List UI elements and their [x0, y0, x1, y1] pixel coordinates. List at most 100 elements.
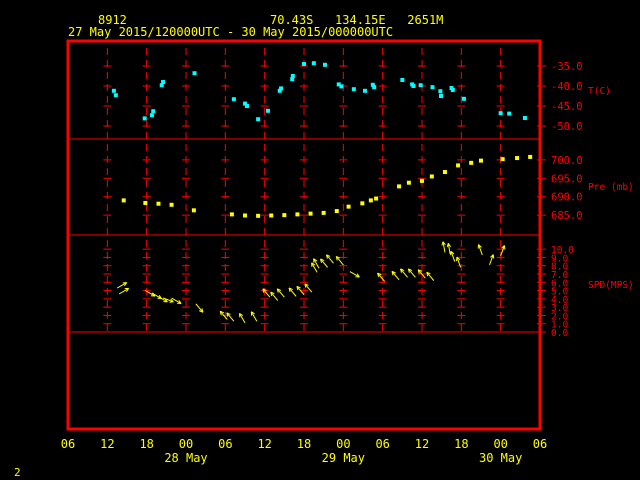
- wind-arrow: [118, 287, 130, 295]
- wind-arrow: [276, 288, 285, 298]
- pressure-point: [479, 158, 483, 163]
- pressure-point: [442, 170, 447, 175]
- wind-arrow: [239, 312, 246, 324]
- pressure-point: [169, 202, 174, 207]
- pressure-point: [121, 198, 126, 203]
- wind-arrow: [320, 258, 328, 268]
- temperature-point: [400, 78, 405, 82]
- wind-arrow: [446, 242, 452, 255]
- x-tick-label: 12: [257, 437, 271, 451]
- temperature-point: [522, 116, 527, 120]
- pressure-point: [528, 154, 533, 159]
- temperature-point: [461, 96, 466, 101]
- x-tick-label: 06: [533, 437, 547, 451]
- wind-arrow: [500, 245, 506, 256]
- hour-grid: [103, 48, 505, 333]
- temperature-point: [161, 80, 166, 84]
- temperature-point: [498, 111, 503, 116]
- wind-arrow: [195, 303, 204, 313]
- data-marks: [111, 61, 533, 324]
- temperature-point: [322, 62, 327, 67]
- pressure-point: [456, 163, 461, 168]
- pressure-point: [334, 209, 339, 214]
- wind-arrow: [477, 244, 483, 256]
- temperature-point: [142, 116, 147, 121]
- x-tick-label: 18: [139, 437, 153, 451]
- temperature-point: [411, 84, 416, 88]
- y-tick-label: 690.0: [551, 192, 583, 204]
- temperature-point: [311, 61, 316, 66]
- wind-arrow: [400, 268, 408, 278]
- wind-arrow: [262, 288, 271, 298]
- x-tick-label: 00: [179, 437, 193, 451]
- x-tick-label: 12: [100, 437, 114, 451]
- wind-arrow: [325, 254, 334, 264]
- pressure-point: [406, 180, 411, 185]
- pressure-point: [156, 201, 161, 206]
- temperature-point: [151, 109, 156, 114]
- pressure-point: [229, 212, 234, 217]
- temperature-point: [231, 97, 236, 102]
- time-period: 27 May 2015/120000UTC - 30 May 2015/0000…: [68, 25, 394, 39]
- y-tick-label: -50.0: [551, 121, 583, 133]
- y-tick-label: 695.0: [551, 173, 583, 185]
- panel-label: T(C): [588, 86, 611, 97]
- page-number: 2: [14, 466, 21, 479]
- x-tick-label: 12: [415, 437, 429, 451]
- pressure-point: [269, 213, 274, 218]
- y-tick-label: -45.0: [551, 101, 583, 113]
- panel-label: SPD(MPS): [588, 280, 634, 291]
- temperature-point: [149, 113, 154, 118]
- y-tick-label: 700.0: [551, 155, 583, 167]
- x-tick-label: 06: [61, 437, 75, 451]
- x-date-label: 29 May: [322, 451, 365, 465]
- wind-arrow: [288, 287, 297, 297]
- pressure-point: [346, 204, 351, 209]
- pressure-point: [360, 201, 365, 206]
- temperature-point: [450, 88, 455, 92]
- pressure-point: [282, 213, 287, 218]
- temperature-point: [439, 94, 444, 98]
- pressure-point: [500, 157, 505, 162]
- x-tick-label: 06: [218, 437, 232, 451]
- x-tick-label: 18: [454, 437, 468, 451]
- pressure-point: [143, 200, 148, 205]
- pressure-point: [374, 196, 379, 201]
- temperature-point: [372, 85, 377, 90]
- pressure-point: [429, 174, 434, 179]
- pressure-point: [420, 178, 424, 183]
- temperature-point: [256, 117, 261, 122]
- temperature-point: [290, 74, 295, 78]
- wind-arrow: [489, 254, 495, 266]
- temperature-point: [362, 88, 367, 93]
- x-tick-label: 00: [493, 437, 507, 451]
- temperature-point: [507, 111, 512, 116]
- x-tick-label: 18: [297, 437, 311, 451]
- pressure-point: [515, 156, 520, 161]
- y-tick-label: -40.0: [551, 81, 583, 93]
- x-date-label: 28 May: [164, 451, 207, 465]
- pressure-point: [295, 212, 300, 217]
- x-tick-label: 06: [375, 437, 389, 451]
- temperature-point: [244, 104, 249, 108]
- temperature-point: [339, 84, 344, 89]
- y-tick-label: 685.0: [551, 210, 583, 222]
- pressure-point: [308, 211, 313, 216]
- temperature-point: [430, 85, 435, 90]
- pressure-point: [368, 198, 373, 203]
- wind-arrow: [250, 311, 258, 322]
- wind-arrow: [349, 271, 360, 278]
- temperature-point: [438, 89, 443, 94]
- temperature-point: [279, 86, 284, 91]
- pressure-point: [191, 208, 196, 213]
- wind-arrow: [116, 282, 128, 289]
- axis-ticks: -35.0 -40.0 -45.0 -50.0 T(C) 700.0 695.0 690.0 6…: [537, 61, 634, 339]
- panel-label: Pre (mb): [588, 182, 634, 193]
- pressure-point: [469, 160, 474, 165]
- temperature-point: [302, 62, 306, 66]
- temperature-point: [418, 83, 423, 88]
- x-date-label: 30 May: [479, 451, 522, 465]
- pressure-point: [243, 213, 247, 218]
- temperature-point: [113, 93, 118, 98]
- chart-canvas: -35.0 -40.0 -45.0 -50.0 T(C) 700.0 695.0 690.0 6…: [61, 39, 634, 465]
